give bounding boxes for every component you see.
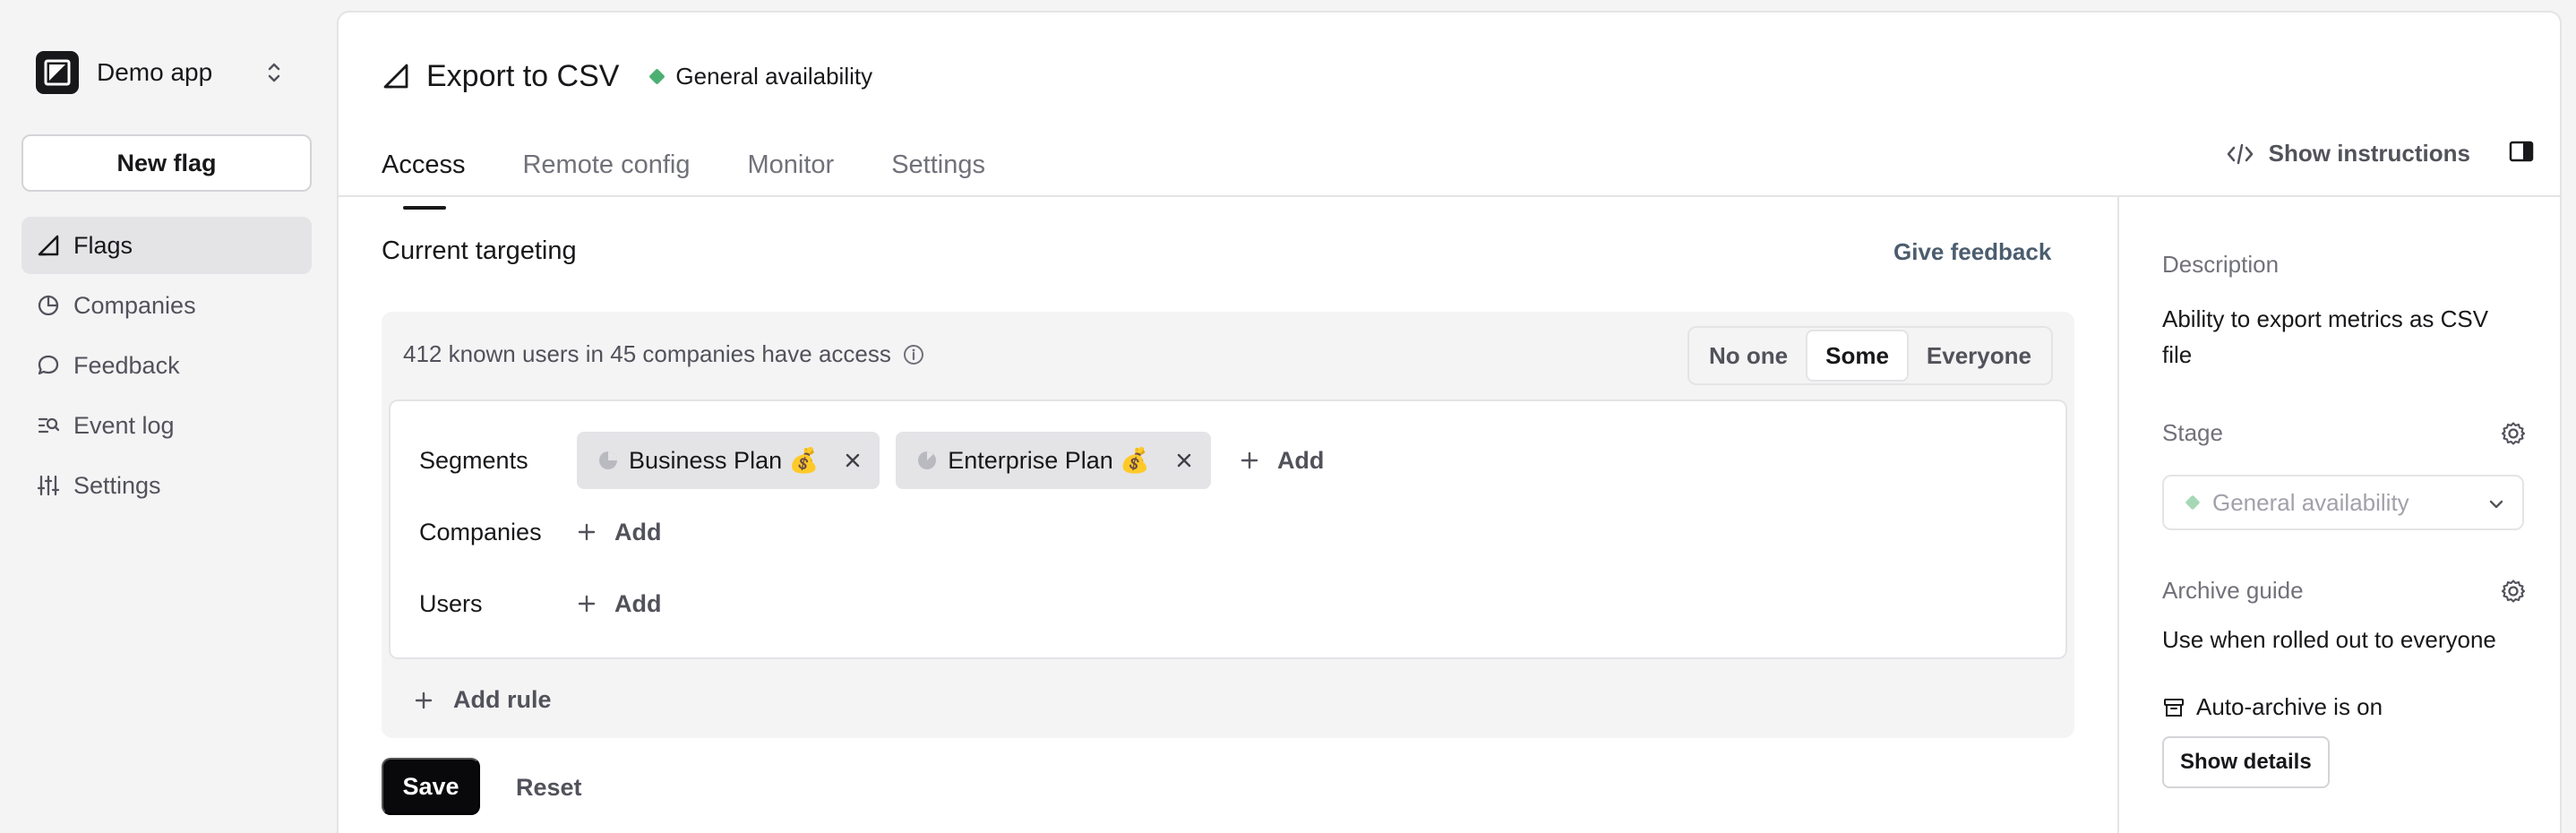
stage-diamond-icon xyxy=(648,67,666,85)
add-label: Add xyxy=(614,589,662,617)
sidebar-item-label: Flags xyxy=(73,231,133,259)
app-logo xyxy=(36,51,79,94)
tabs: Access Remote config Monitor Settings xyxy=(382,136,1043,210)
archive-guide-label: Archive guide xyxy=(2162,577,2304,604)
rule-row-companies: Companies Add xyxy=(419,503,661,561)
stage-diamond-icon xyxy=(2185,494,2201,511)
add-company-button[interactable]: Add xyxy=(577,519,661,546)
stage-badge-label: General availability xyxy=(675,62,873,90)
show-instructions-button[interactable]: Show instructions xyxy=(2226,140,2470,167)
sidebar-item-label: Settings xyxy=(73,471,161,499)
app-name: Demo app xyxy=(97,58,213,86)
tab-monitor[interactable]: Monitor xyxy=(747,136,834,210)
add-rule-button[interactable]: Add rule xyxy=(414,686,552,714)
close-icon[interactable] xyxy=(844,451,862,469)
auto-archive-text: Auto-archive is on xyxy=(2196,693,2383,720)
sidebar-item-companies[interactable]: Companies xyxy=(21,277,312,334)
app-switcher[interactable]: Demo app xyxy=(36,50,305,95)
auto-archive-status: Auto-archive is on xyxy=(2162,693,2383,721)
tab-access[interactable]: Access xyxy=(382,136,465,210)
rule-label: Segments xyxy=(419,446,528,474)
access-summary: 412 known users in 45 companies have acc… xyxy=(403,340,925,368)
rules-card: Segments Business Plan 💰 Enterprise Plan… xyxy=(389,399,2067,659)
new-flag-button[interactable]: New flag xyxy=(21,134,312,192)
rule-label: Companies xyxy=(419,518,542,545)
show-instructions-label: Show instructions xyxy=(2268,140,2470,167)
tab-remote-config[interactable]: Remote config xyxy=(522,136,690,210)
add-rule-label: Add rule xyxy=(453,686,552,713)
close-icon[interactable] xyxy=(1175,451,1193,469)
tabs-divider xyxy=(339,195,2560,197)
rule-row-segments: Segments Business Plan 💰 Enterprise Plan… xyxy=(419,432,1324,489)
pie-chart-icon xyxy=(918,451,937,469)
sidebar-nav: Flags Companies Feedback Event log Setti… xyxy=(21,217,312,517)
stage-section: Stage xyxy=(2162,419,2526,448)
add-label: Add xyxy=(614,518,662,545)
stage-select[interactable]: General availability xyxy=(2162,475,2524,530)
chat-bubble-icon xyxy=(36,353,61,378)
pie-chart-icon xyxy=(599,451,617,469)
rule-label: Users xyxy=(419,589,483,617)
rule-row-users: Users Add xyxy=(419,575,661,632)
plus-icon xyxy=(578,523,596,541)
code-icon xyxy=(2227,143,2253,164)
gear-icon[interactable] xyxy=(2501,579,2526,604)
info-icon[interactable] xyxy=(902,343,925,366)
flag-icon xyxy=(36,233,61,258)
description-label: Description xyxy=(2162,251,2280,278)
flag-icon xyxy=(383,64,408,89)
gear-icon[interactable] xyxy=(2501,421,2526,446)
archive-box-icon xyxy=(2164,698,2184,717)
tab-settings[interactable]: Settings xyxy=(891,136,985,210)
sliders-icon xyxy=(36,473,61,498)
sidebar-item-label: Feedback xyxy=(73,351,180,379)
archive-section: Archive guide xyxy=(2162,577,2526,605)
save-button[interactable]: Save xyxy=(382,758,480,815)
plus-icon xyxy=(578,595,596,613)
sidebar-item-feedback[interactable]: Feedback xyxy=(21,337,312,394)
segment-chip[interactable]: Business Plan 💰 xyxy=(577,432,880,489)
sidebar-item-settings[interactable]: Settings xyxy=(21,457,312,514)
plus-icon xyxy=(1241,451,1258,469)
targeting-box: 412 known users in 45 companies have acc… xyxy=(382,312,2074,738)
add-label: Add xyxy=(1276,446,1325,474)
sidebar-item-event-log[interactable]: Event log xyxy=(21,397,312,454)
description-text: Ability to export metrics as CSV file xyxy=(2162,305,2489,368)
sidebar-item-label: Companies xyxy=(73,291,196,319)
flag-header: Export to CSV General availability xyxy=(382,54,872,99)
access-option-no-one[interactable]: No one xyxy=(1691,330,1806,382)
access-summary-text: 412 known users in 45 companies have acc… xyxy=(403,340,891,367)
event-log-icon xyxy=(36,413,61,438)
sidebar-panel-toggle-icon[interactable] xyxy=(2508,138,2535,165)
stage-label: Stage xyxy=(2162,419,2223,446)
segment-chip[interactable]: Enterprise Plan 💰 xyxy=(896,432,1211,489)
sidebar: Demo app New flag Flags Companies Feedba… xyxy=(0,0,337,833)
archive-guide-text: Use when rolled out to everyone xyxy=(2162,626,2496,653)
access-level-control: No one Some Everyone xyxy=(1687,326,2053,385)
section-title: Current targeting xyxy=(382,236,577,265)
page-title: Export to CSV xyxy=(426,58,620,93)
reset-button[interactable]: Reset xyxy=(516,774,582,802)
main-panel: Export to CSV General availability Acces… xyxy=(337,11,2562,833)
access-option-everyone[interactable]: Everyone xyxy=(1909,330,2049,382)
stage-select-value: General availability xyxy=(2212,488,2409,516)
sidebar-item-flags[interactable]: Flags xyxy=(21,217,312,274)
add-user-button[interactable]: Add xyxy=(577,590,661,618)
show-details-button[interactable]: Show details xyxy=(2162,736,2330,788)
chevron-up-down-icon xyxy=(268,63,280,82)
add-segment-button[interactable]: Add xyxy=(1240,447,1324,475)
details-divider xyxy=(2117,197,2119,833)
sidebar-item-label: Event log xyxy=(73,411,175,439)
segment-chip-label: Business Plan 💰 xyxy=(629,447,820,474)
chevron-down-icon xyxy=(2489,500,2503,509)
pie-chart-icon xyxy=(36,293,61,318)
give-feedback-link[interactable]: Give feedback xyxy=(1893,238,2051,266)
access-option-some[interactable]: Some xyxy=(1806,330,1909,382)
segment-chip-label: Enterprise Plan 💰 xyxy=(948,447,1150,474)
plus-icon xyxy=(415,691,433,708)
stage-badge: General availability xyxy=(648,62,873,90)
